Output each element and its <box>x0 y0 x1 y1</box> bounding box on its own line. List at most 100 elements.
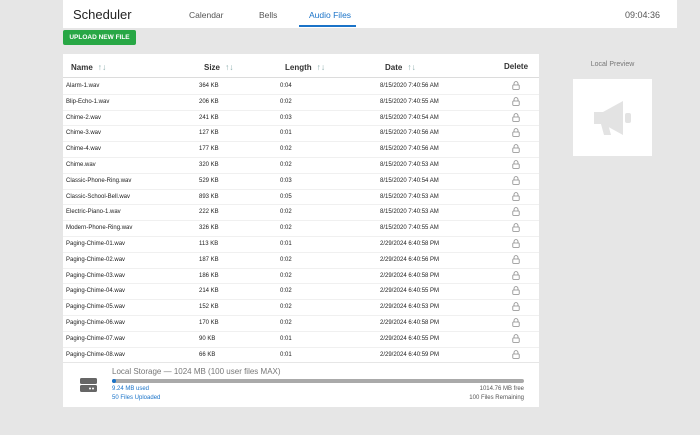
megaphone-icon <box>593 100 631 135</box>
lock-icon[interactable] <box>512 333 520 345</box>
lock-icon[interactable] <box>512 239 520 250</box>
file-date: 2/29/2024 6:40:59 PM <box>380 351 440 358</box>
file-date: 8/15/2020 7:40:53 AM <box>380 193 439 200</box>
file-date: 2/29/2024 6:40:56 PM <box>380 256 440 263</box>
files-uploaded: 50 Files Uploaded <box>112 395 161 401</box>
table-row[interactable]: Paging-Chime-05.wav 152 KB 0:02 2/29/2024 6… <box>63 300 539 316</box>
file-name: Paging-Chime-02.wav <box>66 256 126 263</box>
lock-icon[interactable] <box>512 97 520 108</box>
column-header-name[interactable]: Name ↑↓ <box>71 62 106 72</box>
file-date: 8/15/2020 7:40:56 AM <box>380 83 439 89</box>
file-name: Paging-Chime-05.wav <box>66 304 126 311</box>
table-row[interactable]: Paging-Chime-06.wav 170 KB 0:02 2/29/2024 6… <box>63 316 539 332</box>
table-row[interactable]: Classic-School-Bell.wav 893 KB 0:05 8/15/20… <box>63 190 539 206</box>
audio-files-table: Name ↑↓ Size ↑↓ Length ↑↓ Date ↑↓ Delete Ala… <box>63 54 539 362</box>
file-name: Chime.wav <box>66 161 96 168</box>
app-title: Scheduler <box>73 7 132 22</box>
file-date: 2/29/2024 6:40:55 PM <box>380 288 440 295</box>
file-date: 8/15/2020 7:40:54 AM <box>380 177 439 184</box>
sort-icon[interactable]: ↑↓ <box>98 62 107 72</box>
tab-audio-files[interactable]: Audio Files <box>309 10 351 20</box>
file-date: 2/29/2024 6:40:58 PM <box>380 272 440 279</box>
table-row[interactable]: Paging-Chime-01.wav 113 KB 0:01 2/29/2024 6… <box>63 237 539 253</box>
file-size: 222 KB <box>199 209 219 216</box>
file-name: Paging-Chime-04.wav <box>66 288 126 295</box>
clock: 09:04:36 <box>624 10 660 20</box>
header-divider <box>63 77 539 78</box>
table-row[interactable]: Chime.wav 320 KB 0:02 8/15/2020 7:40:53 AM <box>63 158 539 174</box>
file-size: 127 KB <box>199 130 219 137</box>
table-row[interactable]: Paging-Chime-04.wav 214 KB 0:02 2/29/2024 6… <box>63 284 539 301</box>
file-date: 8/15/2020 7:40:56 AM <box>380 146 439 153</box>
table-row[interactable]: Paging-Chime-03.wav 186 KB 0:02 2/29/2024 6… <box>63 269 539 285</box>
file-length: 0:02 <box>280 304 292 311</box>
file-size: 66 KB <box>199 351 216 358</box>
file-size: 893 KB <box>199 193 219 200</box>
file-length: 0:02 <box>280 209 292 216</box>
lock-icon[interactable] <box>512 81 520 92</box>
file-name: Chime-2.wav <box>66 114 102 121</box>
file-length: 0:02 <box>280 272 292 279</box>
table-row[interactable]: Modern-Phone-Ring.wav 326 KB 0:02 8/15/2020… <box>63 221 539 237</box>
file-name: Alarm-1.wav <box>66 83 100 89</box>
file-date: 8/15/2020 7:40:56 AM <box>380 130 439 137</box>
lock-icon[interactable] <box>512 160 520 171</box>
column-header-date[interactable]: Date ↑↓ <box>385 62 416 72</box>
column-header-delete: Delete <box>504 62 529 71</box>
file-date: 8/15/2020 7:40:53 AM <box>380 209 439 216</box>
lock-icon[interactable] <box>512 175 520 187</box>
lock-icon[interactable] <box>512 128 520 139</box>
file-size: 529 KB <box>199 177 219 184</box>
column-header-length[interactable]: Length ↑↓ <box>285 62 325 72</box>
lock-icon[interactable] <box>512 318 520 329</box>
file-date: 2/29/2024 6:40:55 PM <box>380 335 440 342</box>
file-size: 187 KB <box>199 256 219 263</box>
table-row[interactable]: Chime-4.wav 177 KB 0:02 8/15/2020 7:40:56 A… <box>63 142 539 158</box>
table-row[interactable]: Alarm-1.wav 364 KB 0:04 8/15/2020 7:40:56 A… <box>63 79 539 95</box>
table-row[interactable]: Paging-Chime-02.wav 187 KB 0:02 2/29/2024 6… <box>63 253 539 269</box>
file-length: 0:03 <box>280 177 292 184</box>
table-row[interactable]: Paging-Chime-07.wav 90 KB 0:01 2/29/2024 6:… <box>63 332 539 348</box>
tab-bells[interactable]: Bells <box>259 10 277 20</box>
tab-calendar[interactable]: Calendar <box>189 10 224 20</box>
storage-panel: Local Storage — 1024 MB (100 user files … <box>63 363 539 407</box>
lock-icon[interactable] <box>512 207 520 218</box>
file-size: 320 KB <box>199 161 219 168</box>
storage-progress-fill <box>112 379 117 383</box>
table-row[interactable]: Classic-Phone-Ring.wav 529 KB 0:03 8/15/202… <box>63 174 539 190</box>
upload-new-file-button[interactable]: UPLOAD NEW FILE <box>63 30 136 45</box>
lock-icon[interactable] <box>512 302 520 313</box>
preview-label: Local Preview <box>590 61 635 68</box>
file-name: Paging-Chime-01.wav <box>66 240 126 247</box>
file-name: Paging-Chime-08.wav <box>66 351 126 358</box>
file-name: Paging-Chime-06.wav <box>66 319 126 326</box>
file-length: 0:01 <box>280 351 292 358</box>
table-row[interactable]: Blip-Echo-1.wav 206 KB 0:02 8/15/2020 7:40:… <box>63 95 539 111</box>
file-size: 152 KB <box>199 304 219 311</box>
column-header-name-label: Name <box>71 63 93 72</box>
table-body: Alarm-1.wav 364 KB 0:04 8/15/2020 7:40:56 A… <box>63 79 539 362</box>
sort-icon[interactable]: ↑↓ <box>225 62 234 72</box>
lock-icon[interactable] <box>512 144 520 155</box>
lock-icon[interactable] <box>512 254 520 266</box>
lock-icon[interactable] <box>512 191 520 203</box>
lock-icon[interactable] <box>512 223 520 234</box>
lock-icon[interactable] <box>512 349 520 361</box>
table-row[interactable]: Chime-2.wav 241 KB 0:03 8/15/2020 7:40:54 A… <box>63 111 539 127</box>
column-header-size[interactable]: Size ↑↓ <box>204 62 234 72</box>
table-row[interactable]: Electric-Piano-1.wav 222 KB 0:02 8/15/2020 … <box>63 205 539 222</box>
file-date: 8/15/2020 7:40:55 AM <box>380 98 439 105</box>
file-size: 241 KB <box>199 114 219 121</box>
lock-icon[interactable] <box>512 286 520 297</box>
file-name: Blip-Echo-1.wav <box>66 98 110 105</box>
file-size: 90 KB <box>199 335 216 342</box>
column-header-date-label: Date <box>385 63 403 72</box>
sort-icon[interactable]: ↑↓ <box>407 62 416 72</box>
file-size: 214 KB <box>199 288 219 295</box>
table-row[interactable]: Chime-3.wav 127 KB 0:01 8/15/2020 7:40:56 A… <box>63 126 539 143</box>
table-row[interactable]: Paging-Chime-08.wav 66 KB 0:01 2/29/2024 6:… <box>63 348 539 362</box>
file-name: Classic-School-Bell.wav <box>66 193 131 200</box>
sort-icon[interactable]: ↑↓ <box>317 62 326 72</box>
lock-icon[interactable] <box>512 112 520 124</box>
lock-icon[interactable] <box>512 270 520 282</box>
